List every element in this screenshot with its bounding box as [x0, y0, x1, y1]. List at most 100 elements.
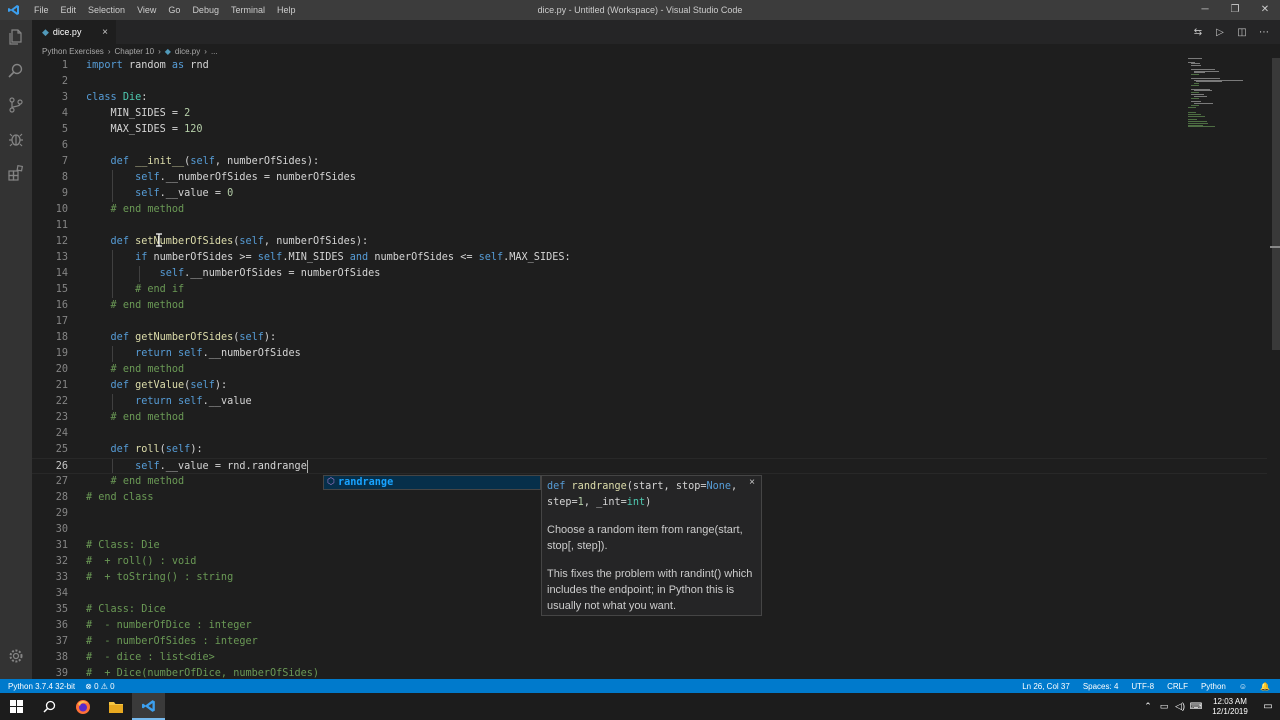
code-line[interactable]: 38 # - dice : list<die>	[32, 650, 1267, 666]
code-line[interactable]: 4 MIN_SIDES = 2	[32, 106, 1267, 122]
taskbar-search-button[interactable]	[33, 693, 66, 720]
code-line[interactable]: 6	[32, 138, 1267, 154]
more-actions-icon[interactable]: ⋯	[1258, 27, 1270, 38]
breadcrumb-symbols[interactable]: ...	[211, 47, 218, 56]
scrollbar-thumb[interactable]	[1272, 58, 1280, 350]
code-line[interactable]: 19 return self.__numberOfSides	[32, 346, 1267, 362]
code-line[interactable]: 23 # end method	[32, 410, 1267, 426]
clock-time: 12:03 AM	[1213, 696, 1247, 706]
minimize-button[interactable]: ─	[1190, 0, 1220, 20]
feedback-icon[interactable]: ☺	[1239, 682, 1247, 691]
indentation[interactable]: Spaces: 4	[1083, 682, 1119, 691]
code-line[interactable]: 11	[32, 218, 1267, 234]
code-line[interactable]: 3 class Die:	[32, 90, 1267, 106]
menu-view[interactable]: View	[131, 0, 162, 20]
close-window-button[interactable]: ✕	[1250, 0, 1280, 20]
code-line[interactable]: 17	[32, 314, 1267, 330]
taskbar-vscode[interactable]	[132, 693, 165, 720]
code-line[interactable]: 14 self.__numberOfSides = numberOfSides	[32, 266, 1267, 282]
menu-file[interactable]: File	[28, 0, 55, 20]
close-tab-button[interactable]: ×	[102, 27, 108, 38]
folder-icon	[108, 701, 123, 713]
code-line[interactable]: 1 import random as rnd	[32, 58, 1267, 74]
volume-icon[interactable]: ◁)	[1172, 701, 1188, 712]
menu-debug[interactable]: Debug	[186, 0, 225, 20]
maximize-button[interactable]: ❐	[1220, 0, 1250, 20]
code-line[interactable]: 20 # end method	[32, 362, 1267, 378]
signature-name: randrange	[571, 481, 627, 492]
start-button[interactable]	[0, 693, 33, 720]
split-editor-icon[interactable]: ◫	[1236, 27, 1248, 38]
python-interpreter[interactable]: Python 3.7.4 32-bit	[8, 682, 75, 691]
end-of-line[interactable]: CRLF	[1167, 682, 1188, 691]
line-number: 8	[61, 172, 68, 183]
extensions-button[interactable]	[0, 156, 32, 190]
clock[interactable]: 12:03 AM 12/1/2019	[1204, 697, 1256, 717]
signature-default-int: int	[626, 497, 646, 508]
code-line[interactable]: 2	[32, 74, 1267, 90]
code-line[interactable]: 16 # end method	[32, 298, 1267, 314]
menu-help[interactable]: Help	[271, 0, 302, 20]
code-text: self.__numberOfSides = numberOfSides	[159, 268, 381, 279]
encoding[interactable]: UTF-8	[1131, 682, 1154, 691]
action-center-icon[interactable]: ▭	[1256, 701, 1280, 712]
minimap[interactable]	[1188, 58, 1254, 128]
code-line[interactable]: 8 self.__numberOfSides = numberOfSides	[32, 170, 1267, 186]
code-line[interactable]: 25 def roll(self):	[32, 442, 1267, 458]
network-icon[interactable]: ▭	[1156, 701, 1172, 712]
chevron-up-icon[interactable]: ⌃	[1140, 701, 1156, 712]
code-line[interactable]: 18 def getNumberOfSides(self):	[32, 330, 1267, 346]
source-control-button[interactable]	[0, 88, 32, 122]
line-number: 20	[55, 364, 68, 375]
run-icon[interactable]: ▷	[1214, 27, 1226, 38]
signature-args: step=	[547, 497, 578, 508]
vscode-logo-icon	[0, 0, 28, 20]
menu-go[interactable]: Go	[162, 0, 186, 20]
breadcrumb-folder-chapter-10[interactable]: Chapter 10	[114, 47, 154, 56]
debug-button[interactable]	[0, 122, 32, 156]
tab-dice-py[interactable]: ◆ dice.py ×	[32, 20, 116, 44]
line-number: 1	[61, 60, 68, 71]
open-changes-icon[interactable]: ⇆	[1192, 27, 1204, 38]
line-number: 6	[61, 140, 68, 151]
code-text: import random as rnd	[86, 60, 209, 71]
code-line[interactable]: 37 # - numberOfSides : integer	[32, 634, 1267, 650]
suggestion-item-randrange[interactable]: ⬡ randrange	[324, 476, 540, 489]
code-line[interactable]: 12 def setNumberOfSides(self, numberOfSi…	[32, 234, 1267, 250]
code-line[interactable]: 21 def getValue(self):	[32, 378, 1267, 394]
taskbar-file-explorer[interactable]	[99, 693, 132, 720]
menu-terminal[interactable]: Terminal	[225, 0, 271, 20]
search-icon	[8, 63, 23, 78]
code-line[interactable]: 13 if numberOfSides >= self.MIN_SIDES an…	[32, 250, 1267, 266]
search-button[interactable]	[0, 54, 32, 88]
code-line[interactable]: 36 # - numberOfDice : integer	[32, 618, 1267, 634]
taskbar-firefox[interactable]	[66, 693, 99, 720]
code-line[interactable]: 39 # + Dice(numberOfDice, numberOfSides)	[32, 666, 1267, 679]
close-details-button[interactable]: ×	[749, 477, 755, 488]
code-line[interactable]: 26 self.__value = rnd.randrange	[32, 458, 1267, 474]
problems-indicator[interactable]: ⊗ 0 ⚠ 0	[85, 682, 114, 691]
keyboard-icon[interactable]: ⌨	[1188, 701, 1204, 712]
code-line[interactable]: 15 # end if	[32, 282, 1267, 298]
suggestion-label: randrange	[338, 477, 394, 488]
settings-button[interactable]	[0, 639, 32, 673]
language-mode[interactable]: Python	[1201, 682, 1226, 691]
code-line[interactable]: 5 MAX_SIDES = 120	[32, 122, 1267, 138]
code-line[interactable]: 9 self.__value = 0	[32, 186, 1267, 202]
code-text: return self.__numberOfSides	[135, 348, 301, 359]
code-line[interactable]: 7 def __init__(self, numberOfSides):	[32, 154, 1267, 170]
explorer-button[interactable]	[0, 20, 32, 54]
code-text: # end method	[110, 412, 185, 423]
cursor-position[interactable]: Ln 26, Col 37	[1022, 682, 1070, 691]
code-line[interactable]: 10 # end method	[32, 202, 1267, 218]
notifications-bell-icon[interactable]: 🔔	[1260, 682, 1270, 691]
firefox-icon	[75, 699, 90, 714]
breadcrumb-folder-python-exercises[interactable]: Python Exercises	[42, 47, 104, 56]
code-line[interactable]: 24	[32, 426, 1267, 442]
breadcrumb-file[interactable]: dice.py	[175, 47, 200, 56]
code-text: # - numberOfDice : integer	[86, 620, 252, 631]
code-line[interactable]: 22 return self.__value	[32, 394, 1267, 410]
editor-scrollbar[interactable]	[1270, 58, 1280, 679]
menu-selection[interactable]: Selection	[82, 0, 131, 20]
menu-edit[interactable]: Edit	[55, 0, 83, 20]
